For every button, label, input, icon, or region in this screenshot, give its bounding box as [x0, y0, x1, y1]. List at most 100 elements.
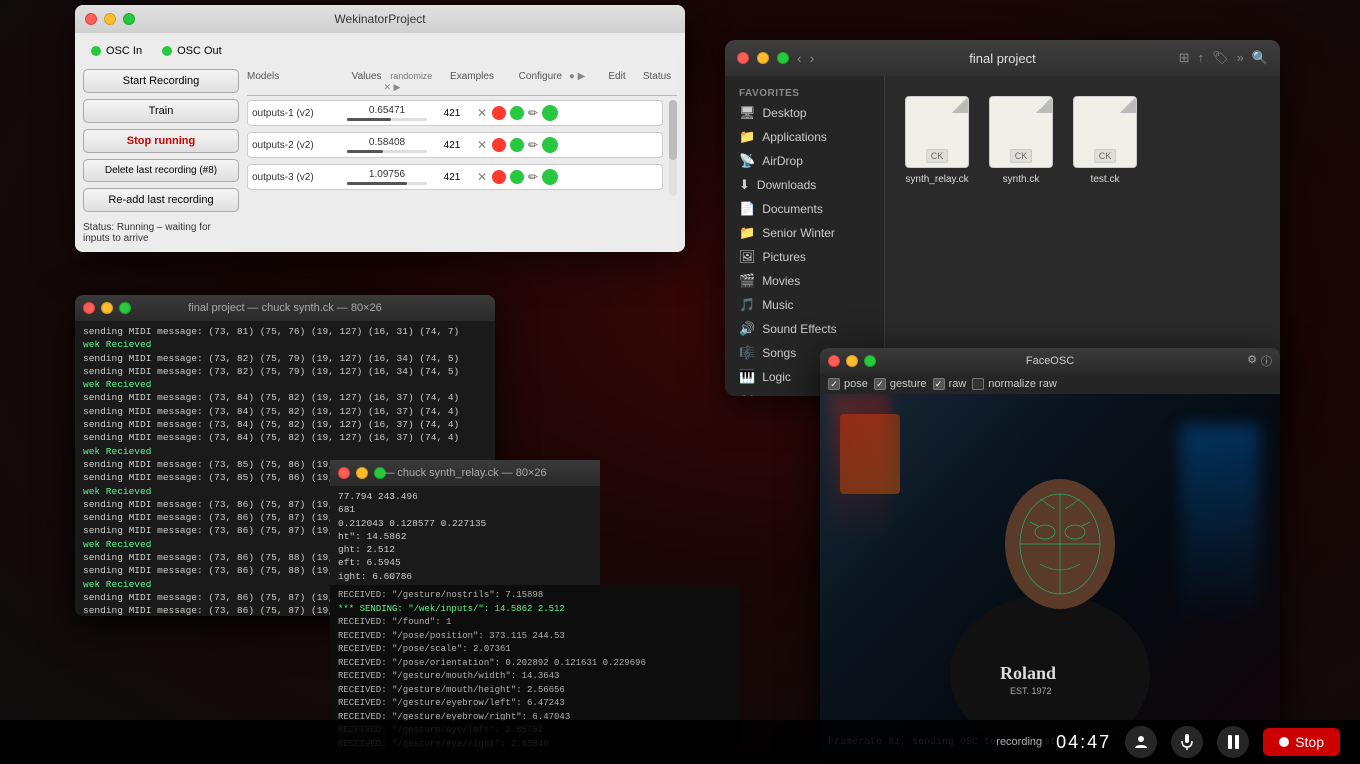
record-btn-1[interactable]: [492, 106, 506, 120]
stop-running-button[interactable]: Stop running: [83, 129, 239, 153]
osc-out-indicator: OSC Out: [162, 45, 222, 57]
terminal-1-minimize[interactable]: [101, 302, 113, 314]
raw-checkbox[interactable]: ✓: [933, 378, 945, 390]
finder-chevron-icon[interactable]: »: [1237, 50, 1244, 66]
faceosc-settings-icon[interactable]: ⚙: [1247, 353, 1257, 369]
sidebar-item-desktop[interactable]: 🖥 Desktop: [725, 101, 884, 125]
finder-file-synth-relay[interactable]: CK synth_relay.ck: [905, 96, 969, 185]
file-label-synth-relay: synth_relay.ck: [905, 174, 968, 185]
person-icon-button[interactable]: [1125, 726, 1157, 758]
wekinator-title: WekinatorProject: [334, 12, 425, 26]
file-label-synth: synth.ck: [1003, 174, 1040, 185]
finder-file-synth[interactable]: CK synth.ck: [989, 96, 1053, 185]
file-icon-synth-relay: CK: [905, 96, 969, 168]
sidebar-item-label: Documents: [762, 202, 823, 216]
terminal-1-close[interactable]: [83, 302, 95, 314]
recording-label: recording: [996, 736, 1042, 748]
train-button[interactable]: Train: [83, 99, 239, 123]
sidebar-item-movies[interactable]: 🎬 Movies: [725, 269, 884, 293]
play-btn-2[interactable]: [510, 138, 524, 152]
finder-search-icon[interactable]: 🔍: [1252, 50, 1268, 66]
finder-forward-button[interactable]: ›: [810, 50, 815, 66]
sidebar-item-label: Music: [762, 298, 793, 312]
gesture-checkbox[interactable]: ✓: [874, 378, 886, 390]
sidebar-item-documents[interactable]: 📄 Documents: [725, 197, 884, 221]
pause-button[interactable]: [1217, 726, 1249, 758]
neon-blue-decoration: [1180, 424, 1260, 624]
finder-tag-icon[interactable]: 🏷: [1212, 50, 1229, 66]
faceosc-info-icon[interactable]: ⓘ: [1261, 353, 1272, 369]
sidebar-item-downloads[interactable]: ⬇ Downloads: [725, 173, 884, 197]
model-examples-3: 421: [432, 172, 472, 183]
finder-close-button[interactable]: [737, 52, 749, 64]
edit-btn-2[interactable]: ✏: [528, 138, 538, 152]
sidebar-item-senior-winter[interactable]: 📁 Senior Winter: [725, 221, 884, 245]
status-indicator-2: [542, 137, 558, 153]
delete-model-3[interactable]: ✕: [472, 170, 492, 184]
finder-back-button[interactable]: ‹: [797, 50, 802, 66]
pictures-icon: 🖼: [739, 249, 756, 265]
edit-btn-3[interactable]: ✏: [528, 170, 538, 184]
terminal-1-title: final project — chuck synth.ck — 80×26: [188, 302, 382, 314]
terminal-line: wek Recieved: [83, 445, 487, 458]
microphone-icon-button[interactable]: [1171, 726, 1203, 758]
model-value-3: 1.09756: [342, 169, 432, 185]
close-button[interactable]: [85, 13, 97, 25]
model-name-1: outputs-1 (v2): [252, 108, 342, 119]
model-value-2: 0.58408: [342, 137, 432, 153]
terminal-2-titlebar: — chuck synth_relay.ck — 80×26: [330, 460, 600, 486]
delete-last-recording-button[interactable]: Delete last recording (#8): [83, 159, 239, 182]
terminal-1-maximize[interactable]: [119, 302, 131, 314]
finder-minimize-button[interactable]: [757, 52, 769, 64]
sound-icon: 🔊: [739, 321, 755, 337]
start-recording-button[interactable]: Start Recording: [83, 69, 239, 93]
play-btn-1[interactable]: [510, 106, 524, 120]
faceosc-minimize[interactable]: [846, 355, 858, 367]
gesture-checkbox-item[interactable]: ✓ gesture: [874, 378, 927, 390]
terminal-line: sending MIDI message: (73, 84) (75, 82) …: [83, 431, 487, 444]
faceosc-maximize[interactable]: [864, 355, 876, 367]
terminal-2-minimize[interactable]: [356, 467, 368, 479]
col-values-header: Values randomize ✕ ▶: [347, 71, 437, 93]
normalize-checkbox-item[interactable]: normalize raw: [972, 378, 1056, 390]
finder-view-icon[interactable]: ⊞: [1179, 50, 1190, 66]
terminal-line: 681: [338, 503, 592, 516]
edit-btn-1[interactable]: ✏: [528, 106, 538, 120]
terminal-2-close[interactable]: [338, 467, 350, 479]
finder-maximize-button[interactable]: [777, 52, 789, 64]
pause-bar-left: [1228, 735, 1232, 749]
sidebar-item-pictures[interactable]: 🖼 Pictures: [725, 245, 884, 269]
pause-icon: [1228, 735, 1239, 749]
stop-button[interactable]: Stop: [1263, 728, 1340, 756]
sidebar-item-label: Logic: [762, 370, 791, 384]
terminal-line: 0.212043 0.128577 0.227135: [338, 517, 592, 530]
col-configure: Configure ● ▶: [507, 71, 597, 93]
minimize-button[interactable]: [104, 13, 116, 25]
table-scrollbar[interactable]: [669, 100, 677, 196]
play-btn-3[interactable]: [510, 170, 524, 184]
terminal-line: RECEIVED: "/pose/scale": 2.07361: [338, 643, 732, 657]
sidebar-item-sound-effects[interactable]: 🔊 Sound Effects: [725, 317, 884, 341]
osc-out-label: OSC Out: [177, 45, 222, 57]
pose-checkbox[interactable]: ✓: [828, 378, 840, 390]
raw-checkbox-item[interactable]: ✓ raw: [933, 378, 967, 390]
record-btn-2[interactable]: [492, 138, 506, 152]
finder-file-test[interactable]: CK test.ck: [1073, 96, 1137, 185]
sidebar-item-applications[interactable]: 📁 Applications: [725, 125, 884, 149]
file-icon-test: CK: [1073, 96, 1137, 168]
delete-model-1[interactable]: ✕: [472, 106, 492, 120]
pose-checkbox-item[interactable]: ✓ pose: [828, 378, 868, 390]
raw-label: raw: [949, 378, 967, 390]
sidebar-item-airdrop[interactable]: 📡 AirDrop: [725, 149, 884, 173]
col-examples: Examples: [437, 71, 507, 93]
finder-share-icon[interactable]: ↑: [1198, 50, 1205, 66]
record-btn-3[interactable]: [492, 170, 506, 184]
model-value-1: 0.65471: [342, 105, 432, 121]
faceosc-checkboxes-bar: ✓ pose ✓ gesture ✓ raw normalize raw: [820, 374, 1280, 394]
delete-model-2[interactable]: ✕: [472, 138, 492, 152]
maximize-button[interactable]: [123, 13, 135, 25]
normalize-checkbox[interactable]: [972, 378, 984, 390]
faceosc-close[interactable]: [828, 355, 840, 367]
readd-last-recording-button[interactable]: Re-add last recording: [83, 188, 239, 212]
sidebar-item-music[interactable]: 🎵 Music: [725, 293, 884, 317]
